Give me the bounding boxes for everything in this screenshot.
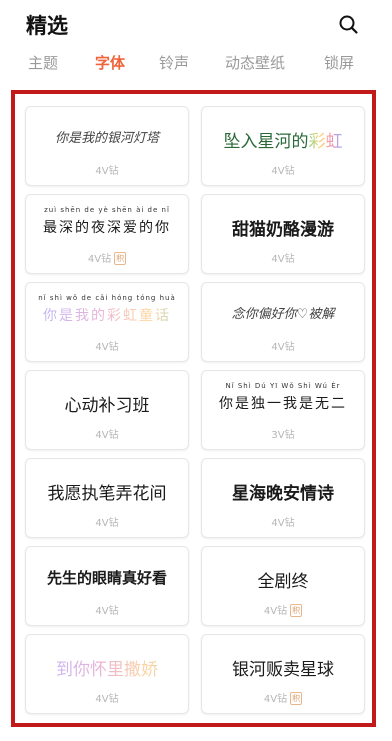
font-preview: 你是我的彩虹童话 (26, 305, 188, 325)
price-label: 4V钻 (95, 694, 119, 705)
font-card[interactable]: zuì shēn de yè shēn ài de nǐ 最深的夜深爱的你 4V… (25, 194, 189, 274)
price-label: 4V钻 (271, 166, 295, 177)
pinyin-annotation: nǐ shì wǒ de cǎi hóng tóng huà (38, 294, 176, 302)
font-card[interactable]: 坠入星河的彩虹 4V钻 (201, 106, 365, 186)
pinyin-annotation: zuì shēn de yè shēn ài de nǐ (44, 206, 170, 214)
tab-live-wallpaper[interactable]: 动态壁纸 (225, 52, 285, 73)
font-preview: 先生的眼睛真好看 (46, 569, 167, 587)
price-label: 4V钻 (95, 166, 119, 177)
points-badge: 积 (290, 692, 303, 705)
points-badge: 积 (290, 604, 303, 617)
price-label: 4V钻积 (87, 252, 127, 265)
font-preview: 念你偏好你♡被解 (231, 307, 335, 322)
font-preview: 星海晚安情诗 (232, 484, 334, 504)
font-preview: 你是独一我是无二 (219, 396, 347, 412)
search-button[interactable] (336, 12, 362, 38)
price-label: 4V钻 (271, 342, 295, 353)
font-card[interactable]: 心动补习班 4V钻 (25, 370, 189, 450)
price-label: 4V钻 (271, 518, 295, 529)
price-label: 4V钻 (95, 606, 119, 617)
font-card[interactable]: nǐ shì wǒ de cǎi hóng tóng huà 你是我的彩虹童话 … (25, 282, 189, 362)
font-card[interactable]: 全剧终 4V钻积 (201, 546, 365, 626)
points-badge: 积 (114, 252, 127, 265)
font-card[interactable]: 你是我的银河灯塔 4V钻 (25, 106, 189, 186)
font-card[interactable]: 先生的眼睛真好看 4V钻 (25, 546, 189, 626)
font-preview: 我愿执笔弄花间 (47, 484, 167, 504)
tab-ringtone[interactable]: 铃声 (159, 52, 189, 73)
font-preview: 甜猫奶酪漫游 (232, 220, 334, 240)
font-card[interactable]: 念你偏好你♡被解 4V钻 (201, 282, 365, 362)
font-preview: 银河贩卖星球 (232, 660, 334, 680)
font-card[interactable]: 银河贩卖星球 4V钻积 (201, 634, 365, 714)
price-label: 4V钻 (95, 518, 119, 529)
price-label: 4V钻 (271, 254, 295, 265)
font-preview: 全剧终 (257, 572, 309, 592)
pinyin-annotation: Nǐ Shì Dú Yī Wǒ Shì Wú Èr (225, 382, 341, 390)
page-title: 精选 (26, 14, 68, 38)
price-label: 4V钻 (95, 342, 119, 353)
price-label: 4V钻积 (263, 692, 303, 705)
font-preview: 你是我的银河灯塔 (54, 131, 159, 146)
tab-lockscreen[interactable]: 锁屏 (324, 52, 354, 73)
font-preview: 坠入星河的彩虹 (223, 132, 343, 152)
font-preview: 最深的夜深爱的你 (43, 220, 171, 236)
font-preview: 心动补习班 (64, 396, 150, 416)
font-card[interactable]: 我愿执笔弄花间 4V钻 (25, 458, 189, 538)
tab-font[interactable]: 字体 (95, 52, 125, 73)
category-tabs: 主题 字体 铃声 动态壁纸 锁屏 (0, 52, 392, 82)
font-card[interactable]: 到你怀里撒娇 4V钻 (25, 634, 189, 714)
font-card[interactable]: 星海晚安情诗 4V钻 (201, 458, 365, 538)
font-preview: 到你怀里撒娇 (26, 655, 188, 680)
header: 精选 (0, 0, 392, 48)
price-label: 4V钻积 (263, 604, 303, 617)
font-list-highlight-frame: 你是我的银河灯塔 4V钻 坠入星河的彩虹 4V钻 zuì shēn de yè … (11, 90, 376, 727)
price-label: 3V钻 (271, 430, 295, 441)
font-card[interactable]: Nǐ Shì Dú Yī Wǒ Shì Wú Èr 你是独一我是无二 3V钻 (201, 370, 365, 450)
search-icon (339, 15, 358, 34)
font-card[interactable]: 甜猫奶酪漫游 4V钻 (201, 194, 365, 274)
tab-theme[interactable]: 主题 (28, 52, 58, 73)
price-label: 4V钻 (95, 430, 119, 441)
